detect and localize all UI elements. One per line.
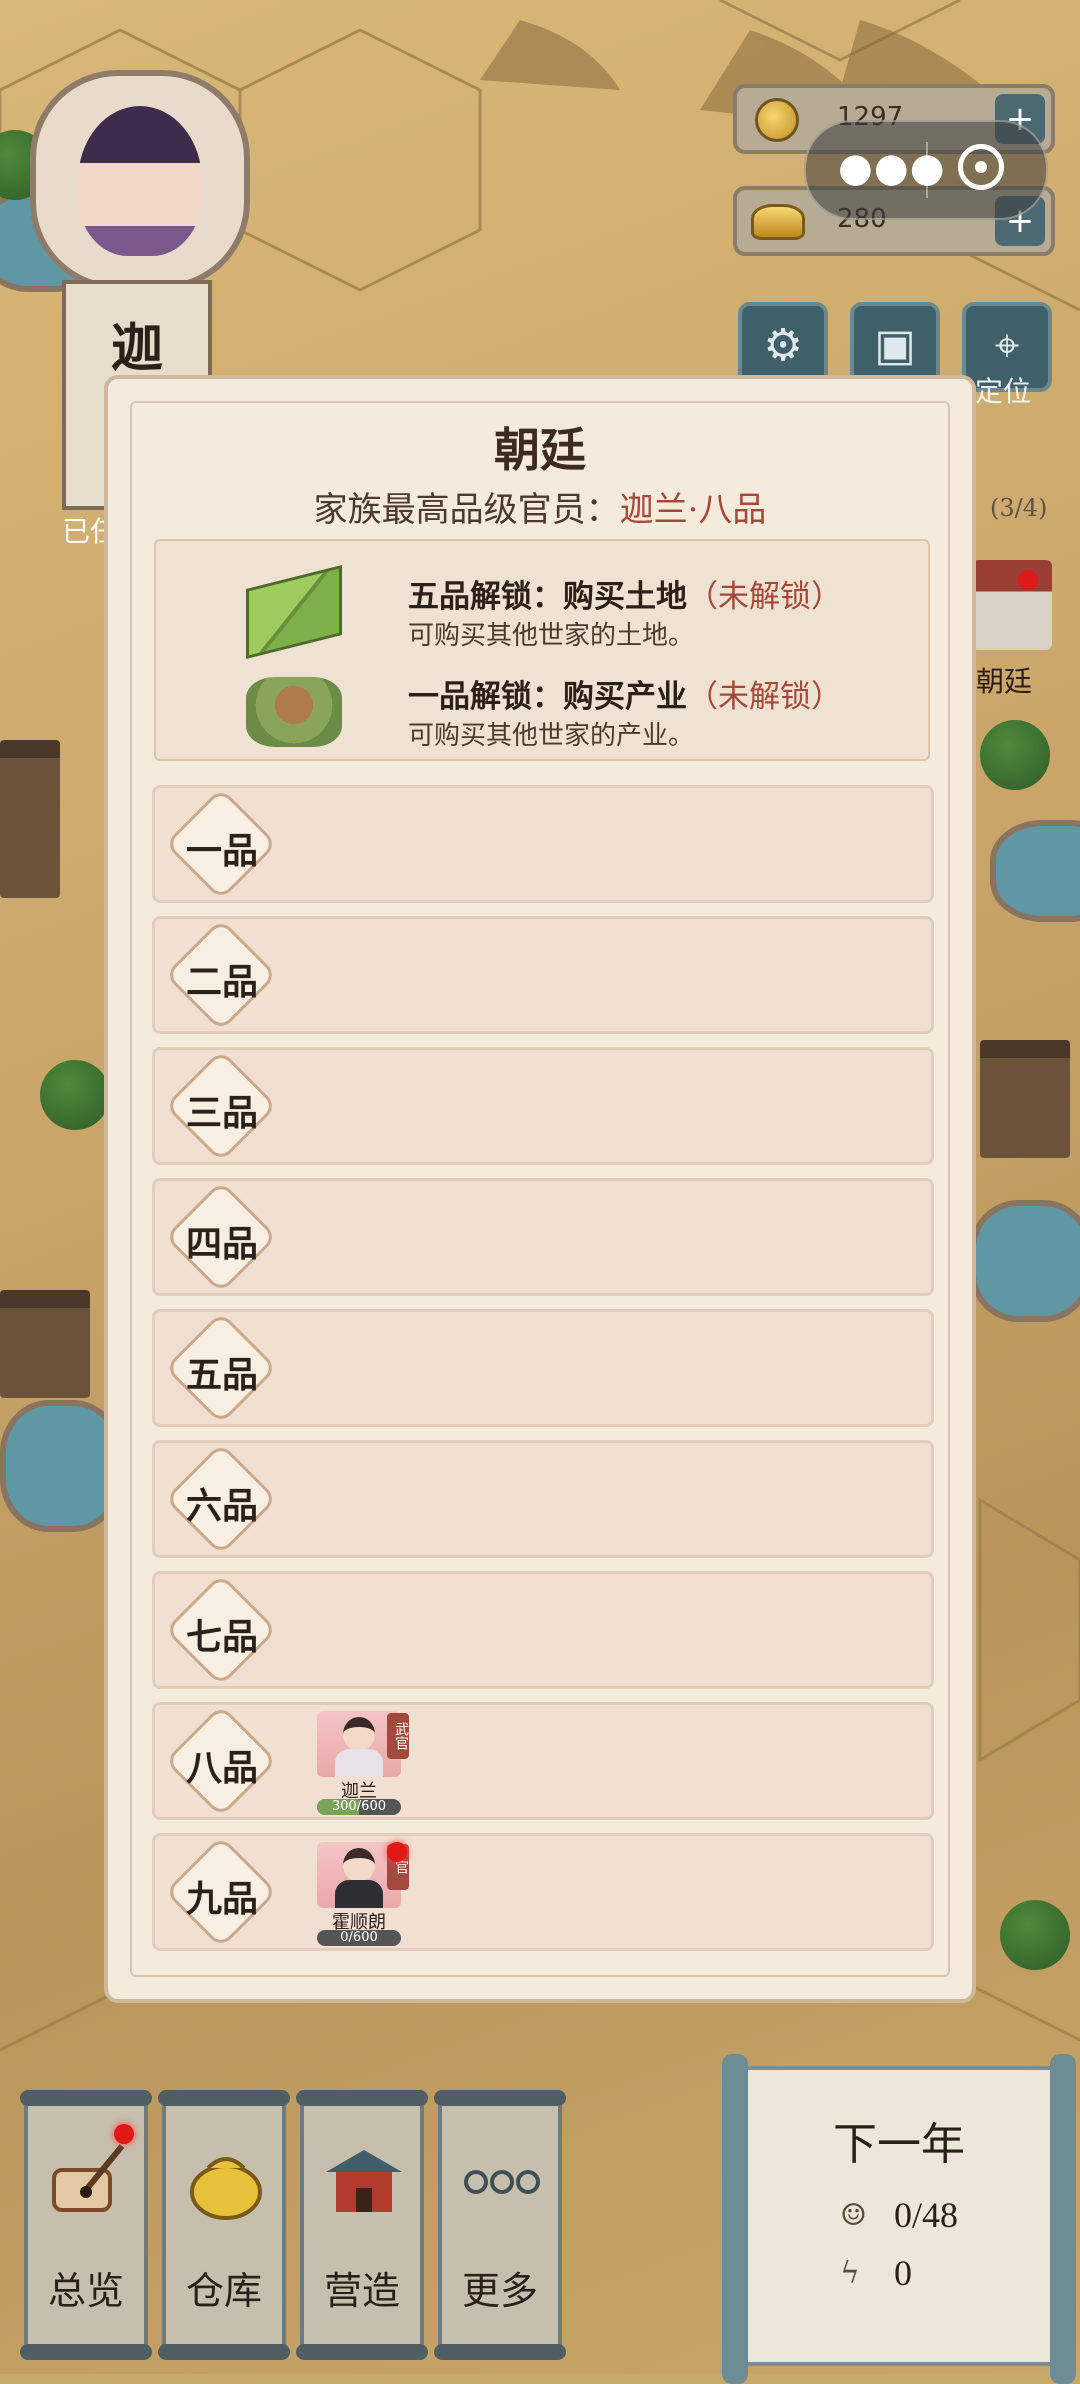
official-type-tag: 武官 — [387, 1713, 409, 1759]
official-progress-bar: 0/600 — [317, 1930, 401, 1946]
rank-row-1[interactable]: 一品 — [152, 785, 934, 903]
nav-label: 更多 — [461, 2269, 538, 2313]
more-dots-icon[interactable]: ●●● — [838, 148, 946, 188]
official-notification-dot — [387, 1842, 407, 1862]
nav-label: 仓库 — [185, 2269, 262, 2313]
capsule-divider — [926, 142, 928, 198]
hut — [0, 740, 60, 898]
summary-value: 迦兰·八品 — [619, 490, 767, 530]
official-progress-bar: 300/600 — [317, 1799, 401, 1815]
unlock-title-text: 一品解锁：购买产业 — [408, 679, 687, 715]
rank-label: 一品 — [185, 830, 258, 872]
rank-label: 六品 — [185, 1485, 258, 1527]
rank-row-3[interactable]: 三品 — [152, 1047, 934, 1165]
rank-row-5[interactable]: 五品 — [152, 1309, 934, 1427]
worker-icon: ☺ — [840, 2198, 867, 2233]
rank-label: 五品 — [185, 1354, 258, 1396]
gold-ingot-icon — [751, 204, 805, 240]
nav-overview-button[interactable]: 总览 — [20, 2090, 152, 2360]
progress-text: 300/600 — [331, 1799, 386, 1814]
court-panel: 朝廷 家族最高品级官员：迦兰·八品 五品解锁：购买土地（未解锁） 可购买其他世家… — [104, 375, 976, 2003]
pond — [970, 1200, 1080, 1322]
tree — [40, 1060, 110, 1130]
rank-row-6[interactable]: 六品 — [152, 1440, 934, 1558]
court-building-icon[interactable] — [972, 560, 1052, 650]
gear-icon: ⚙ — [763, 320, 803, 371]
rank-badge: 九品 — [164, 1835, 278, 1949]
overview-notification-dot — [114, 2124, 134, 2144]
official-card[interactable]: 官 霍顺朗 0/600 — [317, 1842, 409, 1946]
rank-badge: 七品 — [164, 1573, 278, 1687]
unlock-title: 五品解锁：购买土地（未解锁） — [408, 571, 842, 616]
progress-text: 0/600 — [340, 1930, 378, 1945]
court-notification-dot — [1018, 570, 1038, 590]
unlock-status: （未解锁） — [687, 579, 842, 615]
rank-badge: 三品 — [164, 1049, 278, 1163]
pond — [990, 820, 1080, 922]
rank-row-9[interactable]: 九品 官 霍顺朗 0/600 — [152, 1833, 934, 1951]
hut — [980, 1040, 1070, 1158]
nav-more-button[interactable]: 更多 — [434, 2090, 566, 2360]
hut — [0, 1290, 90, 1398]
unlock-description: 可购买其他世家的产业。 — [408, 721, 695, 751]
rank-badge: 一品 — [164, 787, 278, 901]
character-name: 迦 — [110, 318, 163, 379]
copper-coin-icon — [755, 98, 799, 142]
nav-warehouse-button[interactable]: 仓库 — [158, 2090, 290, 2360]
unlock-item: 五品解锁：购买土地（未解锁） 可购买其他世家的土地。 — [246, 565, 886, 661]
close-miniprogram-icon[interactable] — [958, 144, 1004, 190]
rank-label: 八品 — [185, 1747, 258, 1789]
rank-label: 九品 — [185, 1878, 258, 1920]
next-year-button[interactable]: 下一年 ☺ 0/48 ϟ 0 — [722, 2054, 1076, 2384]
unlock-title: 一品解锁：购买产业（未解锁） — [408, 671, 842, 716]
farmland-icon — [246, 565, 342, 659]
energy-count: 0 — [894, 2253, 912, 2293]
rank-row-4[interactable]: 四品 — [152, 1178, 934, 1296]
rank-row-7[interactable]: 七品 — [152, 1571, 934, 1689]
rank-badge: 四品 — [164, 1180, 278, 1294]
miniprogram-capsule: ●●● — [804, 120, 1048, 220]
rank-badge: 八品 — [164, 1704, 278, 1818]
nav-label: 总览 — [47, 2269, 124, 2313]
nav-construct-button[interactable]: 营造 — [296, 2090, 428, 2360]
unlock-status: （未解锁） — [687, 679, 842, 715]
building-icon — [322, 2140, 406, 2224]
character-portrait[interactable] — [30, 70, 250, 290]
lightning-icon: ϟ — [840, 2256, 860, 2291]
rank-row-8[interactable]: 八品 武官 迦兰 300/600 — [152, 1702, 934, 1820]
unlock-list: 五品解锁：购买土地（未解锁） 可购买其他世家的土地。 一品解锁：购买产业（未解锁… — [154, 539, 930, 761]
rank-row-2[interactable]: 二品 — [152, 916, 934, 1034]
next-year-title: 下一年 — [833, 2119, 965, 2170]
court-map-label: 朝廷 — [976, 665, 1033, 698]
rank-badge: 二品 — [164, 918, 278, 1032]
highest-official-summary: 家族最高品级官员：迦兰·八品 — [108, 482, 972, 531]
nav-label: 营造 — [323, 2269, 400, 2313]
location-pin-icon: ⌖ — [994, 320, 1020, 371]
rank-badge: 六品 — [164, 1442, 278, 1556]
scroll-roller — [1050, 2054, 1076, 2384]
official-card[interactable]: 武官 迦兰 300/600 — [317, 1711, 409, 1815]
rank-badge: 五品 — [164, 1311, 278, 1425]
tree — [980, 720, 1050, 790]
summary-label: 家族最高品级官员： — [313, 490, 620, 530]
scroll-brush-icon — [46, 2140, 130, 2224]
unlock-title-text: 五品解锁：购买土地 — [408, 579, 687, 615]
rank-label: 四品 — [185, 1223, 258, 1265]
unlock-description: 可购买其他世家的土地。 — [408, 621, 695, 651]
estate-icon — [246, 677, 342, 747]
scroll-roller — [722, 2054, 748, 2384]
avatar — [78, 106, 202, 256]
rank-label: 三品 — [185, 1092, 258, 1134]
locate-label: 定位 — [975, 375, 1032, 408]
rank-label: 七品 — [185, 1616, 258, 1658]
more-dots-icon — [460, 2140, 544, 2224]
page-title: 朝廷 — [494, 423, 586, 477]
worker-count: 0/48 — [894, 2195, 959, 2235]
save-icon: ▣ — [874, 320, 916, 371]
tree — [1000, 1900, 1070, 1970]
unlock-item: 一品解锁：购买产业（未解锁） 可购买其他世家的产业。 — [246, 671, 886, 761]
money-bag-icon — [184, 2140, 268, 2224]
court-count: (3/4) — [990, 494, 1048, 522]
rank-label: 二品 — [185, 961, 258, 1003]
